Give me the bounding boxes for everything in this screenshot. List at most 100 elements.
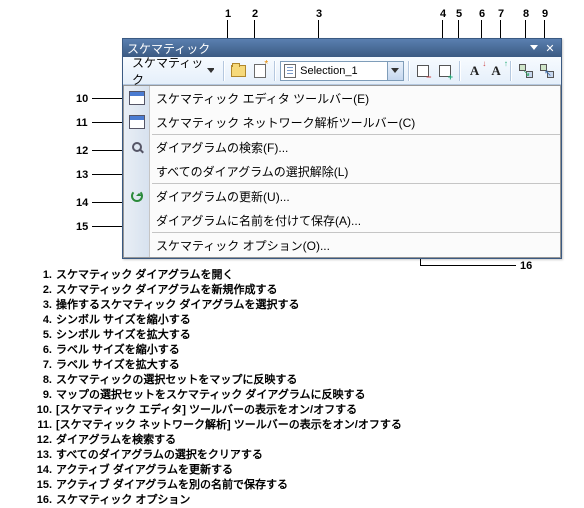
legend-text: ダイアグラムを検索する: [56, 433, 176, 448]
combo-value: Selection_1: [300, 65, 386, 77]
legend-text: スケマティックの選択セットをマップに反映する: [56, 373, 297, 388]
new-diagram-button[interactable]: [251, 60, 271, 82]
propagate-to-schematic-icon: ↖: [540, 64, 554, 78]
text-larger-icon: A: [491, 63, 500, 79]
zoom-in-icon: [439, 65, 451, 77]
legend-row: 7. ラベル サイズを拡大する: [30, 358, 402, 373]
legend-text: すべてのダイアグラムの選択をクリアする: [56, 448, 263, 463]
callout-4: 4: [440, 8, 446, 20]
legend-row: 4. シンボル サイズを縮小する: [30, 313, 402, 328]
legend-text: スケマティック ダイアグラムを開く: [56, 268, 234, 283]
legend-num: 7.: [30, 358, 52, 373]
menu-network-toolbar[interactable]: スケマティック ネットワーク解析ツールバー(C): [124, 110, 560, 134]
window-menu-icon[interactable]: [527, 41, 541, 55]
search-icon: [128, 138, 146, 156]
legend-num: 15.: [30, 478, 52, 493]
legend-text: [スケマティック ネットワーク解析] ツールバーの表示をオン/オフする: [56, 418, 402, 433]
menu-schematic-options[interactable]: スケマティック オプション(O)...: [124, 233, 560, 257]
menu-save-as[interactable]: ダイアグラムに名前を付けて保存(A)...: [124, 208, 560, 232]
callout-12: 12: [76, 145, 88, 157]
callout-2: 2: [252, 8, 258, 20]
legend-num: 10.: [30, 403, 52, 418]
callout-8: 8: [523, 8, 529, 20]
zoom-out-icon: [417, 65, 429, 77]
symbol-size-down-button[interactable]: [414, 60, 434, 82]
callout-1: 1: [225, 8, 231, 20]
editor-toolbar-icon: [128, 89, 146, 107]
legend-row: 5.シンボル サイズを拡大する: [30, 328, 402, 343]
menu-editor-toolbar[interactable]: スケマティック エディタ ツールバー(E): [124, 86, 560, 110]
schematic-dropdown-menu: スケマティック エディタ ツールバー(E) スケマティック ネットワーク解析ツー…: [123, 85, 561, 258]
legend-num: 13.: [30, 448, 52, 463]
legend-num: 11.: [30, 418, 52, 433]
diagram-icon: [283, 64, 297, 78]
callout-7: 7: [498, 8, 504, 20]
toolbar: スケマティック Selection_1 A A ↘ ↖: [123, 57, 561, 85]
refresh-icon: [128, 187, 146, 205]
menu-update-diagram[interactable]: ダイアグラムの更新(U)...: [124, 184, 560, 208]
menu-clear-selection[interactable]: すべてのダイアグラムの選択解除(L): [124, 159, 560, 183]
legend-num: 8.: [30, 373, 52, 388]
menu-item-label: スケマティック オプション(O)...: [156, 237, 330, 254]
label-size-down-button[interactable]: A: [465, 60, 485, 82]
propagate-to-map-icon: ↘: [519, 64, 533, 78]
legend-num: 1.: [30, 268, 52, 283]
legend-text: ラベル サイズを縮小する: [56, 343, 180, 358]
diagram-selector-combo[interactable]: Selection_1: [280, 61, 403, 81]
network-toolbar-icon: [128, 113, 146, 131]
legend-row: 13. すべてのダイアグラムの選択をクリアする: [30, 448, 402, 463]
legend-text: アクティブ ダイアグラムを別の名前で保存する: [56, 478, 288, 493]
legend-num: 3.: [30, 298, 52, 313]
menu-item-label: すべてのダイアグラムの選択解除(L): [156, 163, 348, 180]
legend-row: 12. ダイアグラムを検索する: [30, 433, 402, 448]
menu-item-label: ダイアグラムの更新(U)...: [156, 188, 290, 205]
legend-num: 12.: [30, 433, 52, 448]
legend-num: 14.: [30, 463, 52, 478]
menu-item-label: スケマティック ネットワーク解析ツールバー(C): [156, 114, 415, 131]
open-diagram-button[interactable]: [229, 60, 249, 82]
callout-13: 13: [76, 169, 88, 181]
close-icon[interactable]: ✕: [543, 41, 557, 55]
label-size-up-button[interactable]: A: [486, 60, 506, 82]
text-smaller-icon: A: [470, 63, 479, 79]
legend-row: 1. スケマティック ダイアグラムを開く: [30, 268, 402, 283]
legend-num: 4.: [30, 313, 52, 328]
legend-text: [スケマティック エディタ] ツールバーの表示をオン/オフする: [56, 403, 357, 418]
legend-row: 6.ラベル サイズを縮小する: [30, 343, 402, 358]
menu-item-label: ダイアグラムに名前を付けて保存(A)...: [156, 212, 361, 229]
menu-item-label: ダイアグラムの検索(F)...: [156, 139, 288, 156]
legend-text: ラベル サイズを拡大する: [56, 358, 180, 373]
legend-row: 9. マップの選択セットをスケマティック ダイアグラムに反映する: [30, 388, 402, 403]
callout-5: 5: [456, 8, 462, 20]
legend-list: 1. スケマティック ダイアグラムを開く 2. スケマティック ダイアグラムを新規作成…: [30, 268, 402, 508]
legend-num: 2.: [30, 283, 52, 298]
legend-text: シンボル サイズを縮小する: [56, 313, 191, 328]
blank-icon: [128, 162, 146, 180]
legend-text: アクティブ ダイアグラムを更新する: [56, 463, 233, 478]
callout-15: 15: [76, 221, 88, 233]
schematic-menu-label: スケマティック: [132, 54, 205, 88]
callout-6: 6: [479, 8, 485, 20]
callout-3: 3: [316, 8, 322, 20]
symbol-size-up-button[interactable]: [435, 60, 455, 82]
schematic-window: スケマティック ✕ スケマティック Selection_1 A A ↘: [122, 38, 562, 259]
legend-num: 9.: [30, 388, 52, 403]
legend-row: 2. スケマティック ダイアグラムを新規作成する: [30, 283, 402, 298]
legend-row: 3. 操作するスケマティック ダイアグラムを選択する: [30, 298, 402, 313]
callout-16: 16: [520, 260, 532, 272]
legend-text: 操作するスケマティック ダイアグラムを選択する: [56, 298, 300, 313]
propagate-to-schematic-button[interactable]: ↖: [537, 60, 557, 82]
chevron-down-icon[interactable]: [387, 62, 403, 80]
legend-row: 11. [スケマティック ネットワーク解析] ツールバーの表示をオン/オフする: [30, 418, 402, 433]
menu-find-diagrams[interactable]: ダイアグラムの検索(F)...: [124, 135, 560, 159]
propagate-to-map-button[interactable]: ↘: [516, 60, 536, 82]
legend-text: スケマティック ダイアグラムを新規作成する: [56, 283, 278, 298]
legend-row: 8. スケマティックの選択セットをマップに反映する: [30, 373, 402, 388]
legend-text: シンボル サイズを拡大する: [56, 328, 191, 343]
menu-item-label: スケマティック エディタ ツールバー(E): [156, 90, 369, 107]
legend-text: マップの選択セットをスケマティック ダイアグラムに反映する: [56, 388, 366, 403]
blank-icon: [128, 236, 146, 254]
blank-icon: [128, 211, 146, 229]
folder-icon: [231, 65, 246, 77]
new-doc-icon: [254, 64, 266, 78]
